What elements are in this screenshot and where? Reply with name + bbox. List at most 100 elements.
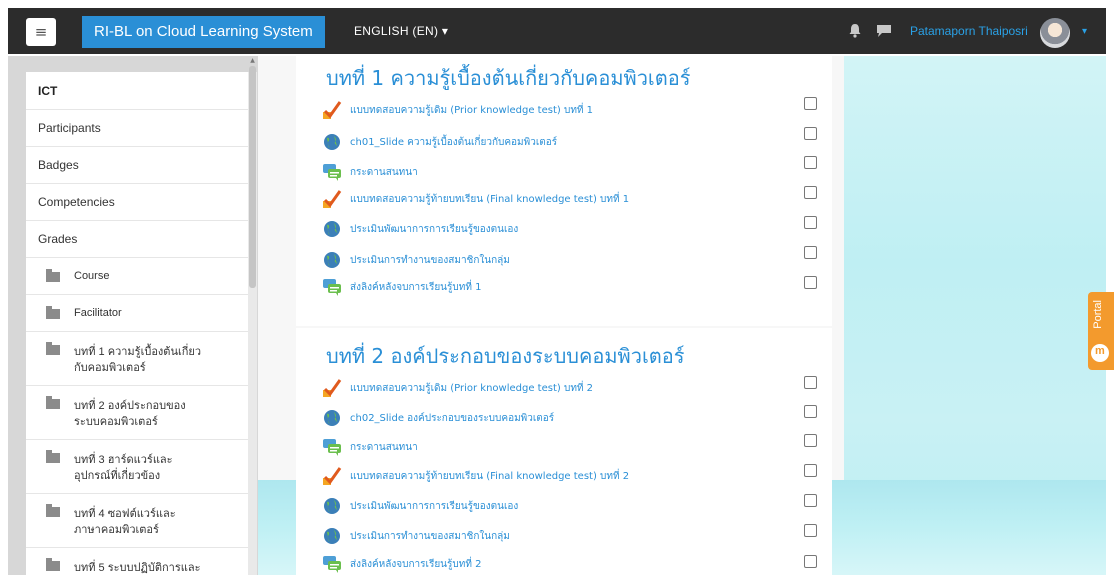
section-title-2[interactable]: บทที่ 2 องค์ประกอบของระบบคอมพิวเตอร์ [326,340,685,372]
notifications-bell-icon[interactable] [848,23,862,39]
folder-icon [46,450,60,463]
completion-checkbox[interactable] [804,216,817,229]
completion-checkbox[interactable] [804,376,817,389]
activity-link[interactable]: ประเมินการทำงานของสมาชิกในกลุ่ม [322,526,510,546]
sidebar-item-grades[interactable]: Grades [26,221,248,258]
forum-icon [323,279,341,296]
completion-checkbox[interactable] [804,464,817,477]
sidebar-item-badges[interactable]: Badges [26,147,248,184]
forum-icon [323,556,341,573]
sidebar-item-competencies[interactable]: Competencies [26,184,248,221]
completion-checkbox[interactable] [804,555,817,568]
sidebar-section-course[interactable]: Course [26,258,248,295]
portal-logo-icon [1091,344,1109,362]
sidebar-section-chapter-2[interactable]: บทที่ 2 องค์ประกอบของ ระบบคอมพิวเตอร์ [26,386,248,440]
folder-icon [46,396,60,409]
sidebar-item-label: Facilitator [74,307,122,319]
completion-checkbox[interactable] [804,494,817,507]
sidebar-item-label: ICT [38,83,58,98]
url-globe-icon [324,134,340,150]
quiz-icon [323,467,342,485]
activity-link[interactable]: ch02_Slide องค์ประกอบของระบบคอมพิวเตอร์ [322,408,554,428]
nav-drawer: ICT Participants Badges Competencies Gra… [26,72,248,575]
user-avatar[interactable] [1040,18,1070,48]
activity-link[interactable]: ส่งลิงค์หลังจบการเรียนรู้บทที่ 2 [322,554,481,574]
scroll-up-arrow-icon[interactable]: ▲ [249,57,256,65]
drawer-scrollbar-thumb[interactable] [249,66,256,288]
completion-checkbox[interactable] [804,186,817,199]
sidebar-item-label: Participants [38,121,101,135]
completion-checkbox[interactable] [804,246,817,259]
completion-checkbox[interactable] [804,156,817,169]
activity-label: กระดานสนทนา [350,441,418,453]
completion-checkbox[interactable] [804,434,817,447]
activity-link[interactable]: แบบทดสอบความรู้เดิม (Prior knowledge tes… [322,100,593,120]
activity-label: ประเมินพัฒนาการการเรียนรู้ของตนเอง [350,500,519,512]
quiz-icon [323,101,342,119]
forum-icon [323,439,341,456]
activity-link[interactable]: ประเมินพัฒนาการการเรียนรู้ของตนเอง [322,219,518,239]
quiz-icon [323,379,342,397]
activity-link[interactable]: แบบทดสอบความรู้ท้ายบทเรียน (Final knowle… [322,466,629,486]
url-globe-icon [324,498,340,514]
sidebar-item-course-ict[interactable]: ICT [26,72,248,110]
activity-label: ประเมินการทำงานของสมาชิกในกลุ่ม [350,254,510,266]
folder-icon [46,504,60,517]
url-globe-icon [324,528,340,544]
quiz-icon [323,190,342,208]
activity-label: ประเมินการทำงานของสมาชิกในกลุ่ม [350,530,510,542]
sidebar-section-chapter-1[interactable]: บทที่ 1 ความรู้เบื้องต้นเกี่ยว กับคอมพิว… [26,332,248,386]
activity-link[interactable]: กระดานสนทนา [322,162,418,182]
sidebar-item-label: Competencies [38,195,115,209]
url-globe-icon [324,221,340,237]
messages-chat-icon[interactable] [876,24,892,38]
forum-icon [323,164,341,181]
activity-link[interactable]: แบบทดสอบความรู้เดิม (Prior knowledge tes… [322,378,593,398]
menu-toggle-button[interactable]: ≡ [26,18,56,46]
sidebar-item-label: Badges [38,158,79,172]
activity-label: ส่งลิงค์หลังจบการเรียนรู้บทที่ 1 [350,281,482,293]
sidebar-section-chapter-4[interactable]: บทที่ 4 ซอฟต์แวร์และ ภาษาคอมพิวเตอร์ [26,494,248,548]
sidebar-item-label: บทที่ 3 ฮาร์ดแวร์และ อุปกรณ์ที่เกี่ยวข้อ… [74,454,173,482]
site-name-link[interactable]: RI-BL on Cloud Learning System [82,16,325,48]
sidebar-section-chapter-5[interactable]: บทที่ 5 ระบบปฏิบัติการและ [26,548,248,575]
activity-label: ส่งลิงค์หลังจบการเรียนรู้บทที่ 2 [350,558,482,570]
folder-icon [46,268,60,282]
activity-label: แบบทดสอบความรู้เดิม (Prior knowledge tes… [350,104,594,116]
activity-label: ประเมินพัฒนาการการเรียนรู้ของตนเอง [350,223,519,235]
folder-icon [46,342,60,355]
portal-tab-label: Portal [1092,300,1104,329]
completion-checkbox[interactable] [804,127,817,140]
sidebar-section-chapter-3[interactable]: บทที่ 3 ฮาร์ดแวร์และ อุปกรณ์ที่เกี่ยวข้อ… [26,440,248,494]
user-name-link[interactable]: Patamaporn Thaiposri [910,24,1028,38]
activity-link[interactable]: แบบทดสอบความรู้ท้ายบทเรียน (Final knowle… [322,189,629,209]
sidebar-item-label: Grades [38,232,78,246]
sidebar-item-label: บทที่ 1 ความรู้เบื้องต้นเกี่ยว กับคอมพิว… [74,346,202,374]
language-menu[interactable]: ENGLISH (EN) ▾ [354,24,448,38]
completion-checkbox[interactable] [804,405,817,418]
completion-checkbox[interactable] [804,97,817,110]
folder-icon [46,558,60,571]
completion-checkbox[interactable] [804,276,817,289]
activity-link[interactable]: ประเมินการทำงานของสมาชิกในกลุ่ม [322,250,510,270]
activity-link[interactable]: กระดานสนทนา [322,437,418,457]
completion-checkbox[interactable] [804,524,817,537]
user-menu-caret-icon[interactable]: ▾ [1082,26,1087,37]
folder-icon [46,305,60,319]
activity-link[interactable]: ch01_Slide ความรู้เบื้องต้นเกี่ยวกับคอมพ… [322,132,557,152]
url-globe-icon [324,252,340,268]
activity-link[interactable]: ส่งลิงค์หลังจบการเรียนรู้บทที่ 1 [322,277,481,297]
sidebar-item-participants[interactable]: Participants [26,110,248,147]
activity-label: แบบทดสอบความรู้ท้ายบทเรียน (Final knowle… [350,193,630,205]
url-globe-icon [324,410,340,426]
activity-label: กระดานสนทนา [350,166,418,178]
sidebar-section-facilitator[interactable]: Facilitator [26,295,248,332]
sidebar-item-label: บทที่ 5 ระบบปฏิบัติการและ [74,562,201,574]
section-title-1[interactable]: บทที่ 1 ความรู้เบื้องต้นเกี่ยวกับคอมพิวเ… [326,62,691,94]
activity-link[interactable]: ประเมินพัฒนาการการเรียนรู้ของตนเอง [322,496,518,516]
activity-label: แบบทดสอบความรู้เดิม (Prior knowledge tes… [350,382,594,394]
activity-label: ch01_Slide ความรู้เบื้องต้นเกี่ยวกับคอมพ… [350,136,558,148]
sidebar-item-label: บทที่ 2 องค์ประกอบของ ระบบคอมพิวเตอร์ [74,400,186,428]
sidebar-item-label: บทที่ 4 ซอฟต์แวร์และ ภาษาคอมพิวเตอร์ [74,508,176,536]
activity-label: ch02_Slide องค์ประกอบของระบบคอมพิวเตอร์ [350,412,555,424]
